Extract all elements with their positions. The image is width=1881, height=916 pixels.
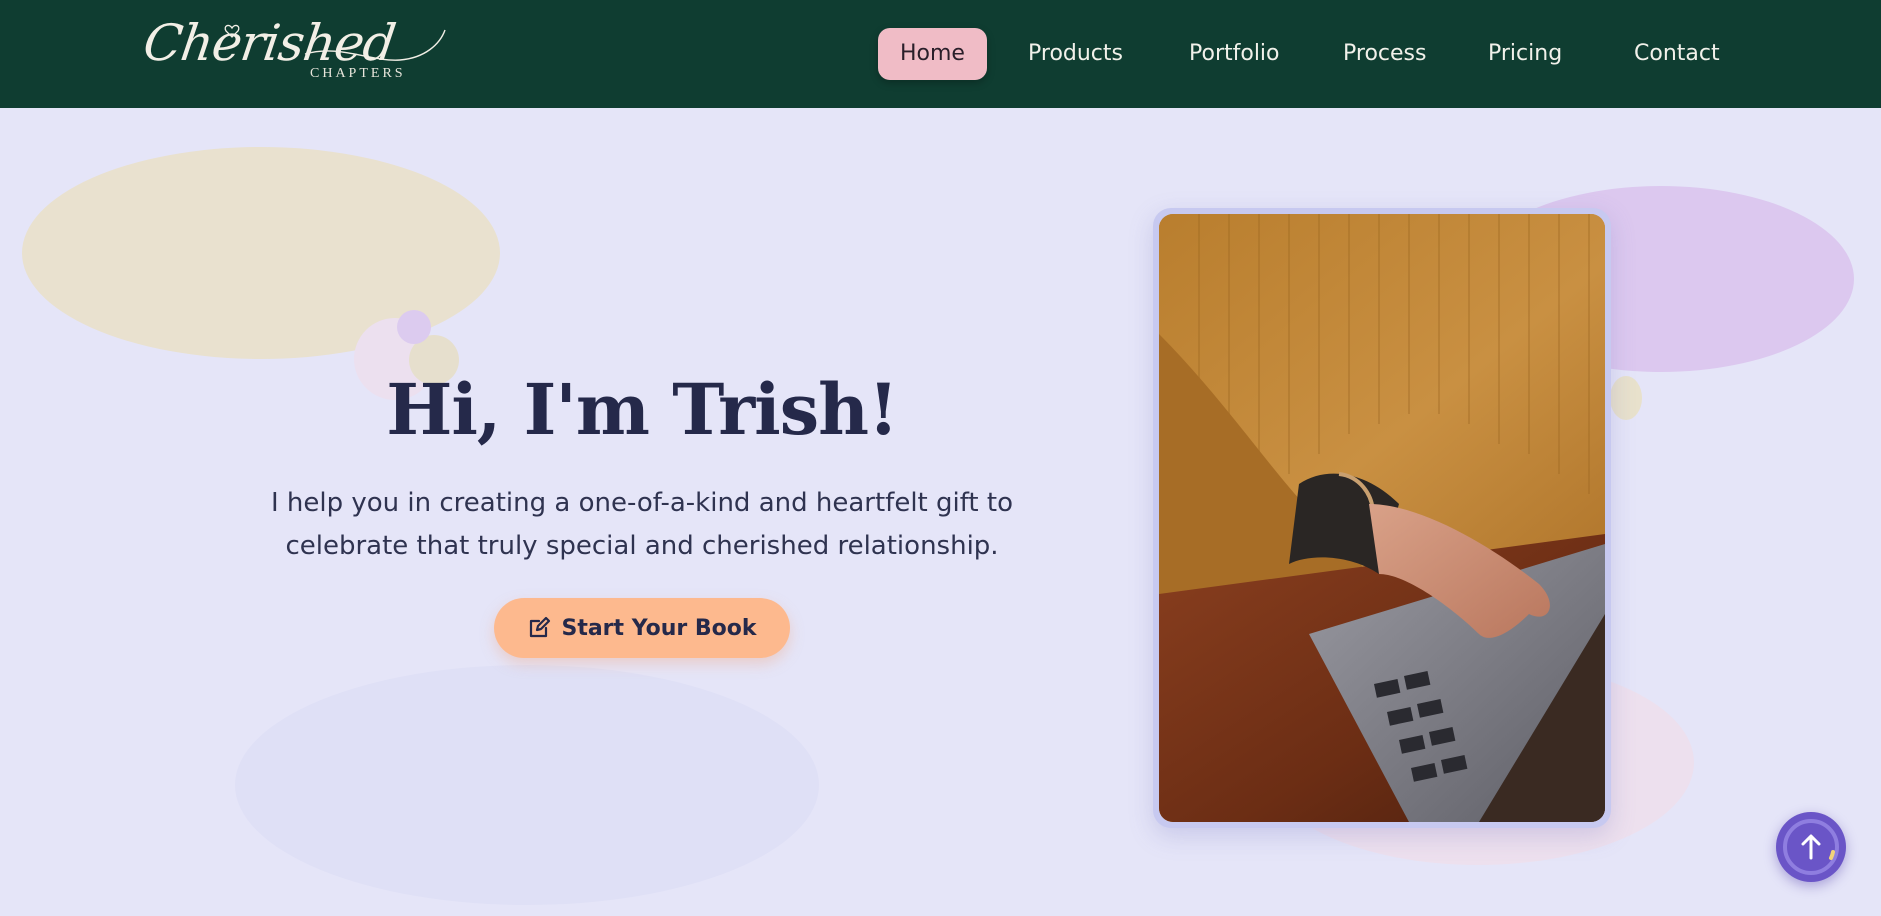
hero-title: Hi, I'm Trish! <box>386 368 899 451</box>
logo[interactable]: Cherished CHAPTERS <box>140 14 450 94</box>
page: Cherished CHAPTERS Home Products Portfol… <box>0 0 1881 916</box>
arrow-up-icon <box>1783 819 1839 875</box>
site-header: Cherished CHAPTERS Home Products Portfol… <box>0 0 1881 108</box>
hero-subtitle-line-1: I help you in creating a one-of-a-kind a… <box>270 488 1013 518</box>
nav-item-contact[interactable]: Contact <box>1612 28 1742 80</box>
decorative-blob-lavender <box>235 665 819 905</box>
edit-icon <box>527 616 551 640</box>
start-your-book-label: Start Your Book <box>561 615 757 641</box>
logo-script-text: Cherished <box>139 14 399 72</box>
logo-sub-text: CHAPTERS <box>310 66 406 81</box>
nav-item-products[interactable]: Products <box>1006 28 1145 80</box>
person-typing-on-laptop-photo <box>1159 214 1605 822</box>
decorative-blob-purple-dot <box>397 310 431 344</box>
nav-item-home[interactable]: Home <box>878 28 987 80</box>
decorative-blob-beige-right <box>1610 376 1642 420</box>
hero-subtitle: I help you in creating a one-of-a-kind a… <box>260 482 1024 568</box>
hero-photo-frame <box>1153 208 1611 828</box>
main-nav: Home Products Portfolio Process Pricing … <box>878 28 1881 80</box>
scroll-to-top-button[interactable] <box>1776 812 1846 882</box>
nav-item-pricing[interactable]: Pricing <box>1466 28 1584 80</box>
nav-item-portfolio[interactable]: Portfolio <box>1167 28 1302 80</box>
hero-subtitle-line-2: celebrate that truly special and cherish… <box>285 531 999 561</box>
start-your-book-button[interactable]: Start Your Book <box>494 598 790 658</box>
nav-item-process[interactable]: Process <box>1321 28 1448 80</box>
